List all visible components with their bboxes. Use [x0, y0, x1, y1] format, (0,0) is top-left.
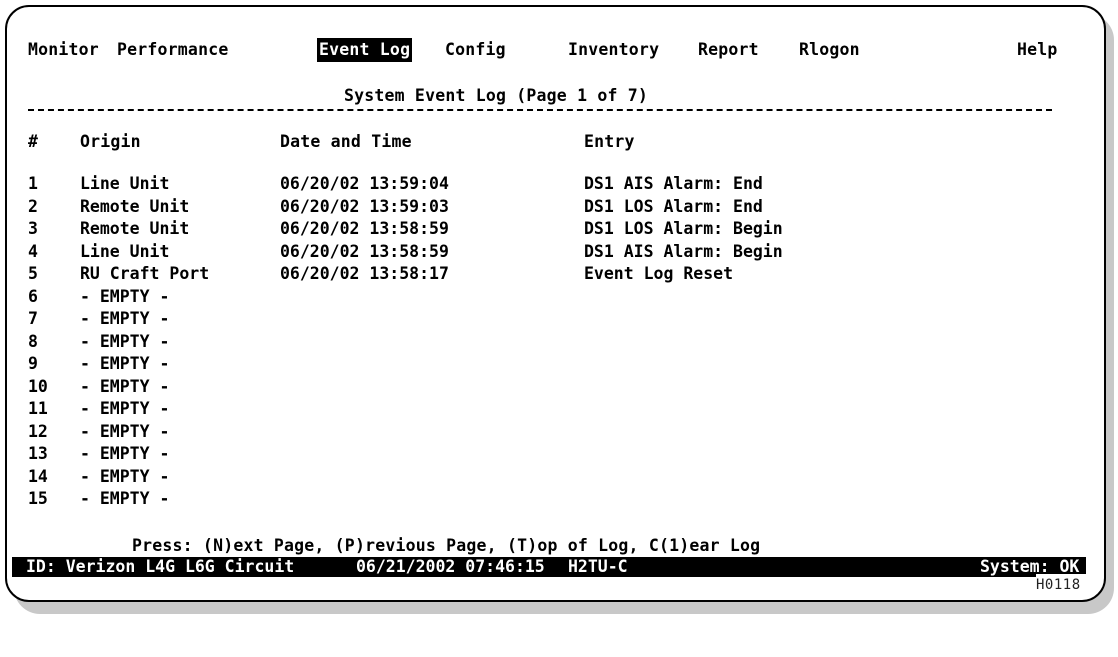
- table-row: 4 Line Unit 06/20/02 13:58:59 DS1 AIS Al…: [28, 242, 928, 262]
- column-header-datetime: Date and Time: [280, 132, 412, 151]
- column-header-origin: Origin: [80, 132, 141, 151]
- row-num: 9: [28, 354, 38, 373]
- row-entry: DS1 AIS Alarm: End: [584, 174, 763, 193]
- row-datetime: 06/20/02 13:58:59: [280, 241, 449, 261]
- row-origin: Remote Unit: [80, 219, 190, 238]
- menu-event-log[interactable]: Event Log: [317, 38, 413, 62]
- row-entry: DS1 LOS Alarm: End: [584, 196, 763, 216]
- figure-code: H0118: [1036, 574, 1092, 594]
- row-num: 14: [28, 466, 48, 486]
- table-row: 13 - EMPTY -: [28, 444, 928, 464]
- menu-rlogon[interactable]: Rlogon: [799, 38, 860, 62]
- row-origin: - EMPTY -: [80, 399, 170, 418]
- status-unit: H2TU-C: [568, 557, 628, 576]
- menu-report[interactable]: Report: [698, 38, 759, 62]
- status-id: ID: Verizon L4G L6G Circuit: [26, 557, 295, 576]
- table-row: 1 Line Unit 06/20/02 13:59:04 DS1 AIS Al…: [28, 174, 928, 194]
- row-origin: - EMPTY -: [80, 376, 170, 396]
- divider: [28, 109, 1052, 111]
- table-row: 12 - EMPTY -: [28, 422, 928, 442]
- row-num: 3: [28, 219, 38, 238]
- menu-inventory[interactable]: Inventory: [568, 38, 659, 62]
- table-row: 7 - EMPTY -: [28, 309, 928, 329]
- row-origin: Line Unit: [80, 174, 170, 193]
- row-entry: DS1 LOS Alarm: Begin: [584, 219, 783, 238]
- row-origin: - EMPTY -: [80, 444, 170, 463]
- menu-help[interactable]: Help: [1017, 38, 1058, 62]
- table-row: 3 Remote Unit 06/20/02 13:58:59 DS1 LOS …: [28, 219, 928, 239]
- row-num: 7: [28, 309, 38, 328]
- table-row: 15 - EMPTY -: [28, 489, 928, 509]
- row-num: 1: [28, 174, 38, 193]
- row-entry: Event Log Reset: [584, 264, 734, 283]
- row-num: 4: [28, 241, 38, 261]
- row-num: 11: [28, 399, 48, 418]
- table-row: 14 - EMPTY -: [28, 467, 928, 487]
- table-row: 2 Remote Unit 06/20/02 13:59:03 DS1 LOS …: [28, 197, 928, 217]
- row-origin: - EMPTY -: [80, 489, 170, 508]
- status-datetime: 06/21/2002 07:46:15: [356, 557, 545, 576]
- row-entry: DS1 AIS Alarm: Begin: [584, 241, 783, 261]
- menu-monitor[interactable]: Monitor: [28, 38, 99, 62]
- page-title: System Event Log (Page 1 of 7): [344, 86, 649, 105]
- row-num: 8: [28, 331, 38, 351]
- row-datetime: 06/20/02 13:58:59: [280, 219, 449, 238]
- column-header-entry: Entry: [584, 132, 635, 151]
- row-num: 10: [28, 376, 48, 396]
- row-origin: - EMPTY -: [80, 421, 170, 441]
- row-origin: - EMPTY -: [80, 286, 170, 306]
- row-datetime: 06/20/02 13:59:03: [280, 196, 449, 216]
- menu-config[interactable]: Config: [445, 38, 506, 62]
- row-num: 12: [28, 421, 48, 441]
- row-datetime: 06/20/02 13:58:17: [280, 264, 449, 283]
- table-row: 6 - EMPTY -: [28, 287, 928, 307]
- row-origin: - EMPTY -: [80, 466, 170, 486]
- row-num: 5: [28, 264, 38, 283]
- row-num: 6: [28, 286, 38, 306]
- row-origin: Line Unit: [80, 241, 170, 261]
- row-origin: - EMPTY -: [80, 331, 170, 351]
- row-origin: Remote Unit: [80, 196, 190, 216]
- row-origin: - EMPTY -: [80, 309, 170, 328]
- table-row: 9 - EMPTY -: [28, 354, 928, 374]
- table-header: # Origin Date and Time Entry: [28, 130, 634, 154]
- row-origin: RU Craft Port: [80, 264, 210, 283]
- table-row: 8 - EMPTY -: [28, 332, 928, 352]
- row-datetime: 06/20/02 13:59:04: [280, 174, 449, 193]
- status-bar: ID: Verizon L4G L6G Circuit 06/21/2002 0…: [12, 557, 1086, 577]
- table-row: 10 - EMPTY -: [28, 377, 928, 397]
- row-origin: - EMPTY -: [80, 354, 170, 373]
- table-row: 11 - EMPTY -: [28, 399, 928, 419]
- row-num: 13: [28, 444, 48, 463]
- row-num: 2: [28, 196, 38, 216]
- column-header-num: #: [28, 132, 39, 151]
- menu-bar: Monitor Performance Event Log Config Inv…: [28, 38, 1057, 62]
- table-row: 5 RU Craft Port 06/20/02 13:58:17 Event …: [28, 264, 928, 284]
- row-num: 15: [28, 489, 48, 508]
- menu-performance[interactable]: Performance: [117, 38, 228, 62]
- key-help-line: Press: (N)ext Page, (P)revious Page, (T)…: [132, 536, 761, 555]
